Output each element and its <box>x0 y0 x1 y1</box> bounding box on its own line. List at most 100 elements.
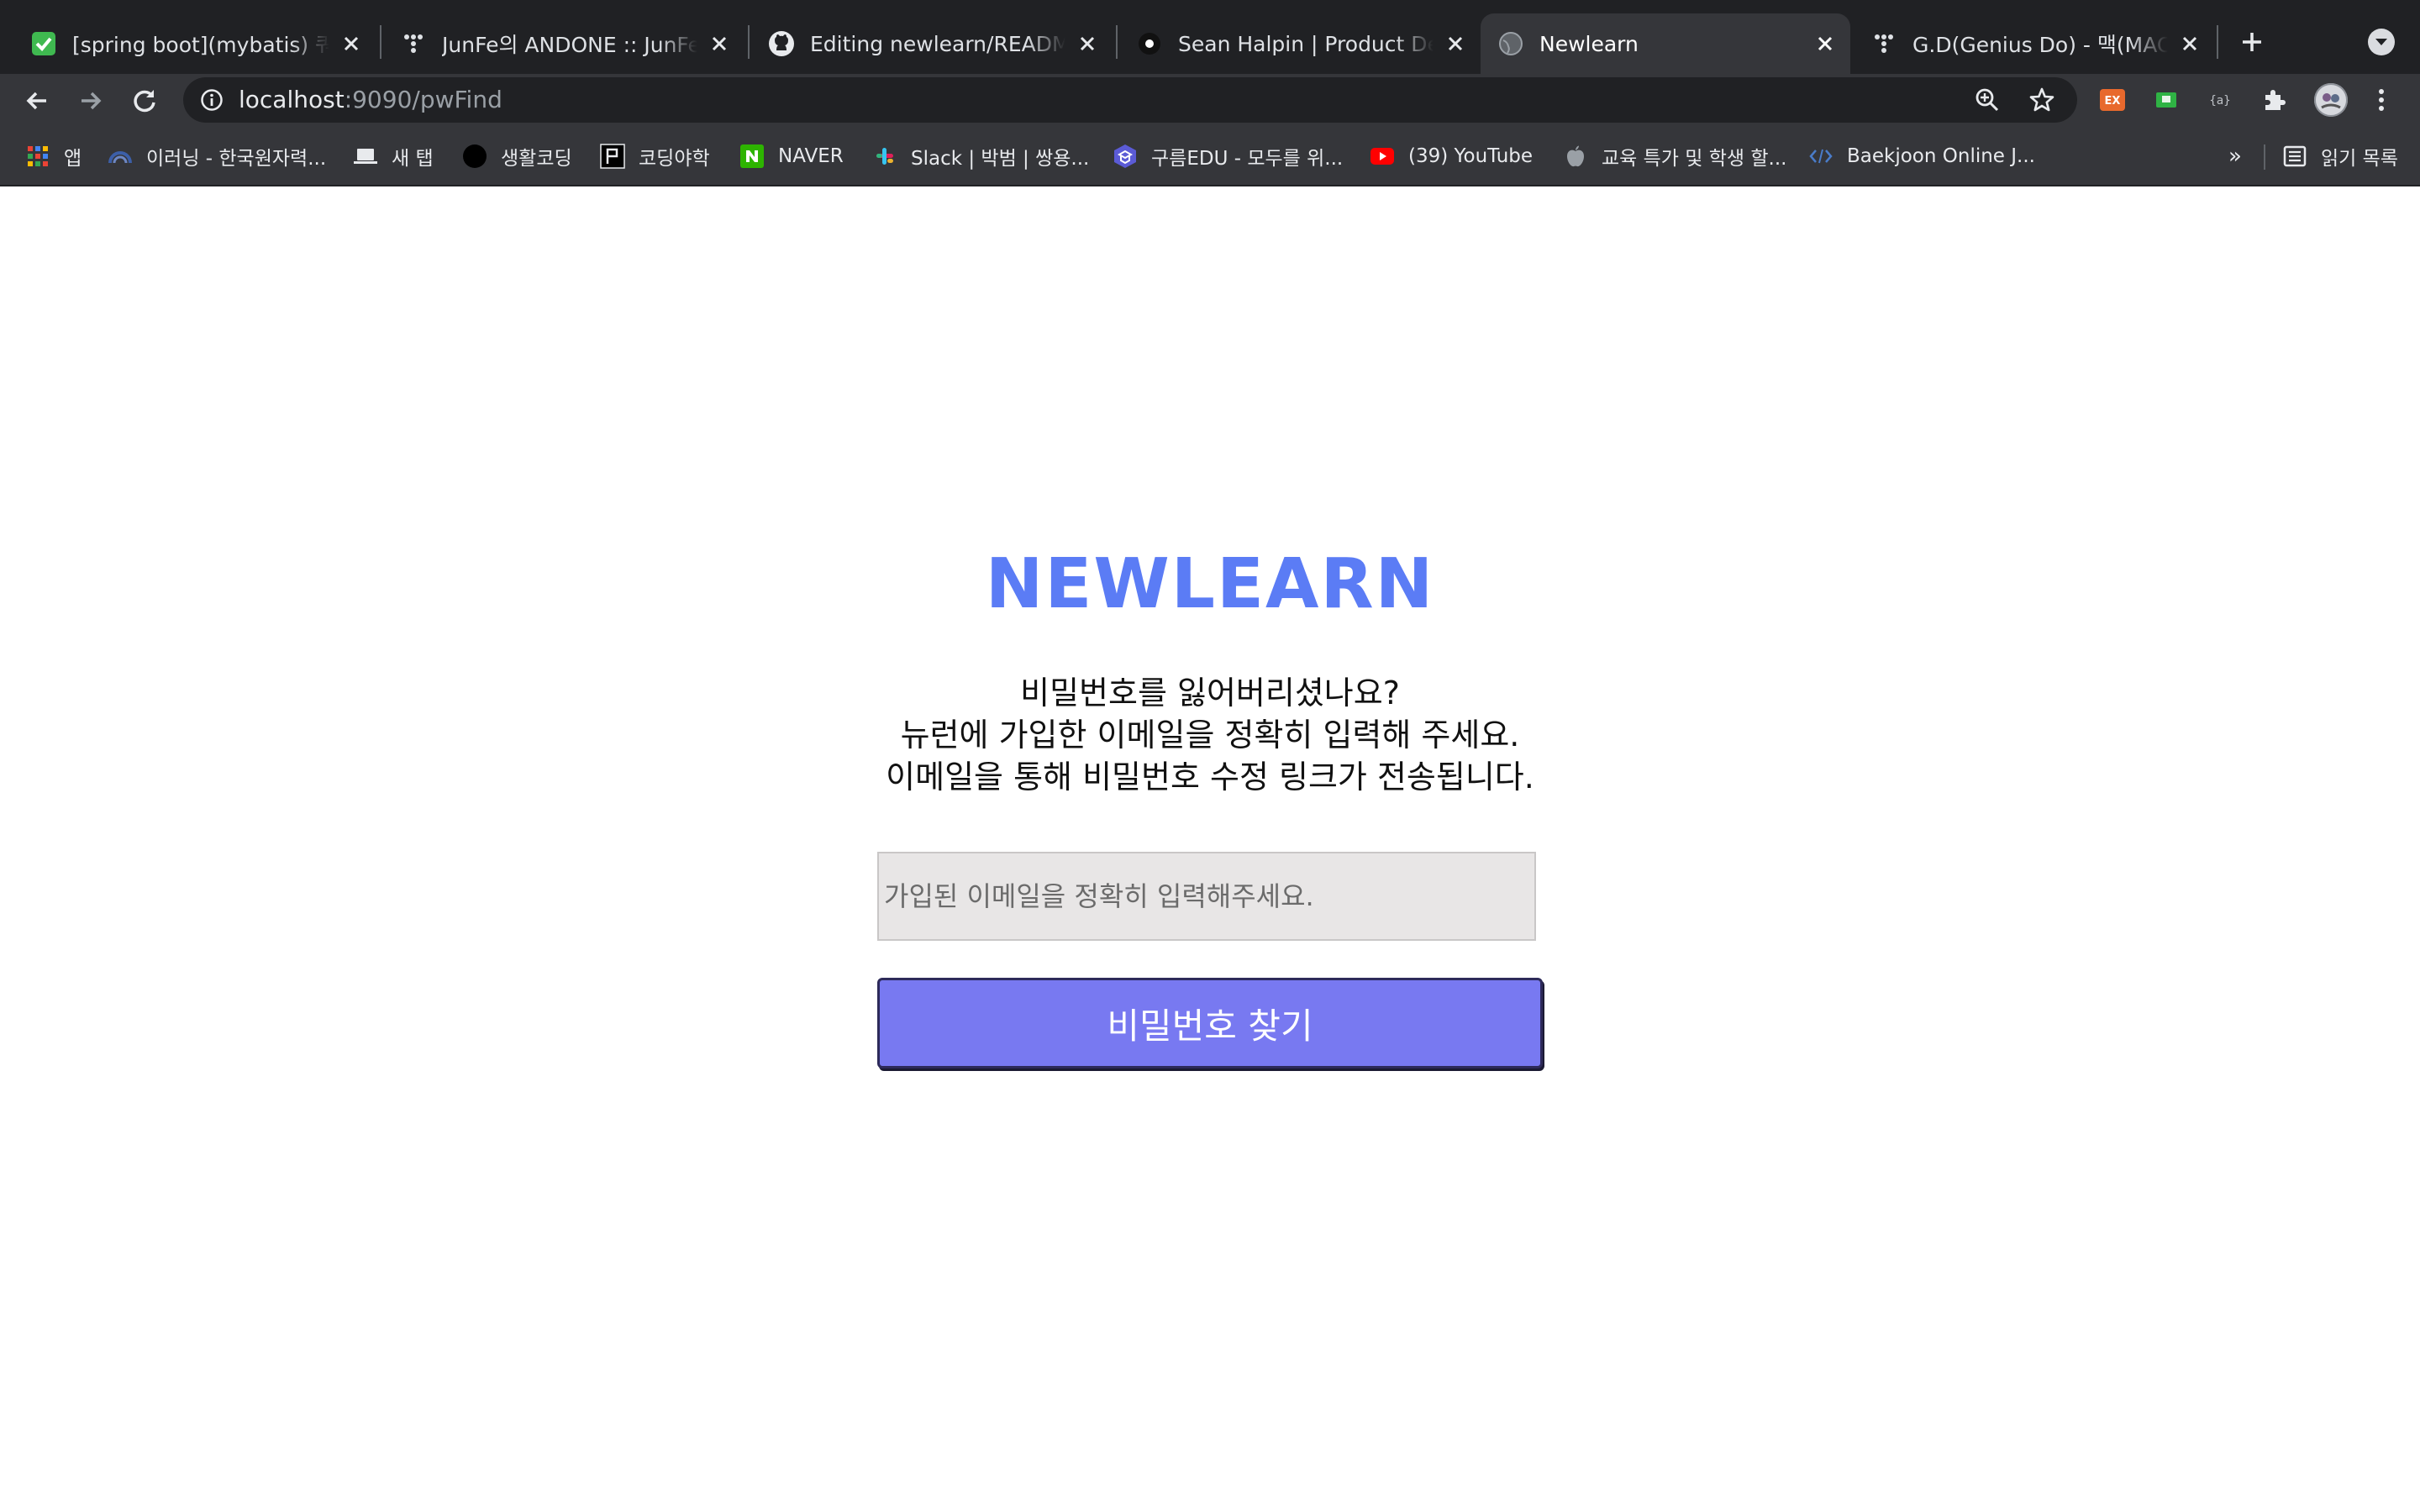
bookmark-label: 생활코딩 <box>501 148 572 170</box>
tab-junfe[interactable]: JunFe의 ANDONE :: JunFe의 <box>383 13 744 74</box>
arrow-left-icon <box>26 92 46 110</box>
tab-genius-do[interactable]: G.D(Genius Do) - 맥(MAC) 터 <box>1854 13 2215 74</box>
bookmark-label: 앱 <box>64 148 82 170</box>
bookmark-apps[interactable]: 앱 <box>25 139 82 173</box>
apple-icon <box>1563 144 1588 169</box>
tab-spring-boot[interactable]: [spring boot](mybatis) 쿼리 <box>13 13 376 74</box>
svg-text:{a}: {a} <box>2209 94 2230 108</box>
code-icon <box>1808 144 1833 169</box>
tab-sean-halpin[interactable]: Sean Halpin | Product Desig <box>1119 13 1481 74</box>
tistory-icon <box>400 30 427 57</box>
bookmark-elearning[interactable]: 이러닝 - 한국원자력... <box>108 139 326 173</box>
bookmark-label: 교육 특가 및 학생 할... <box>1602 148 1787 170</box>
tab-github-readme[interactable]: Editing newlearn/README.m <box>751 13 1113 74</box>
json-extension-icon[interactable]: {a} <box>2207 87 2233 113</box>
more-bookmarks-button[interactable]: » <box>2228 139 2242 173</box>
reload-button[interactable] <box>126 82 163 119</box>
tab-title: Sean Halpin | Product Desig <box>1178 31 1434 56</box>
bookmark-label: 구름EDU - 모두를 위... <box>1151 148 1344 170</box>
menu-kebab-icon[interactable] <box>2368 87 2395 113</box>
tab-search-button[interactable] <box>2368 29 2395 55</box>
newlearn-logo: NEWLEARN <box>985 543 1435 624</box>
bookmark-baekjoon[interactable]: Baekjoon Online J... <box>1808 139 2035 173</box>
globe-icon <box>1497 30 1524 57</box>
close-icon[interactable] <box>338 30 365 57</box>
bookmark-youtube[interactable]: (39) YouTube <box>1370 139 1533 173</box>
reading-list-icon <box>2282 144 2307 169</box>
close-icon[interactable] <box>2176 30 2203 57</box>
bookmark-coding-night[interactable]: 코딩야학 <box>600 139 710 173</box>
reload-icon <box>134 90 155 113</box>
bookmark-slack[interactable]: Slack | 박범 | 쌍용... <box>872 139 1089 173</box>
description-line: 비밀번호를 잃어버리셨나요? <box>1020 675 1400 711</box>
bookmark-label: NAVER <box>778 145 844 167</box>
tab-strip: [spring boot](mybatis) 쿼리 JunFe의 ANDONE … <box>0 0 2420 74</box>
github-icon <box>768 30 795 57</box>
bookmark-label: (39) YouTube <box>1408 145 1534 167</box>
green-check-icon <box>30 30 57 57</box>
chevron-down-icon <box>2375 39 2387 45</box>
bookmark-label: 새 탭 <box>392 148 434 170</box>
youtube-icon <box>1370 144 1395 169</box>
description-line: 이메일을 통해 비밀번호 수정 링크가 전송됩니다. <box>886 759 1534 795</box>
bookmarks-bar: 앱 이러닝 - 한국원자력... 새 탭 생활코딩 코딩야학 NAVER Sla… <box>0 126 2420 186</box>
description-line: 뉴런에 가입한 이메일을 정확히 입력해 주세요. <box>900 717 1520 753</box>
star-icon[interactable] <box>2028 87 2055 117</box>
tab-title: Editing newlearn/README.m <box>810 31 1065 56</box>
back-button[interactable] <box>18 82 55 119</box>
bookmark-label: 코딩야학 <box>639 148 710 170</box>
dot-icon <box>1136 30 1163 57</box>
bookmark-label: Baekjoon Online J... <box>1847 145 2035 167</box>
bookmark-goorm-edu[interactable]: 구름EDU - 모두를 위... <box>1113 139 1343 173</box>
tab-title: G.D(Genius Do) - 맥(MAC) 터 <box>1912 33 2168 57</box>
close-icon[interactable] <box>1074 30 1101 57</box>
bookmark-new-tab[interactable]: 새 탭 <box>353 139 434 173</box>
slack-icon <box>872 144 897 169</box>
tab-separator <box>1116 25 1118 59</box>
close-icon[interactable] <box>1812 30 1839 57</box>
tab-title: [spring boot](mybatis) 쿼리 <box>72 33 329 57</box>
puzzle-icon[interactable] <box>2260 87 2287 113</box>
tab-title: Newlearn <box>1539 31 1639 56</box>
password-find-description: 비밀번호를 잃어버리셨나요? 뉴런에 가입한 이메일을 정확히 입력해 주세요.… <box>807 672 1613 798</box>
info-icon[interactable] <box>200 88 224 115</box>
reading-list-button[interactable]: 읽기 목록 <box>2282 139 2398 173</box>
reading-list-label: 읽기 목록 <box>2321 148 2398 170</box>
tab-newlearn[interactable]: Newlearn <box>1481 13 1850 74</box>
tistory-icon <box>1870 30 1897 57</box>
goorm-icon <box>1113 144 1138 169</box>
ex-extension-icon[interactable]: EX <box>2099 87 2126 113</box>
tab-separator <box>380 25 381 59</box>
find-password-button[interactable]: 비밀번호 찾기 <box>877 978 1543 1068</box>
rainbow-icon <box>108 144 133 169</box>
address-bar[interactable]: localhost:9090/pwFind <box>183 77 2077 123</box>
new-tab-button[interactable] <box>2233 24 2270 60</box>
profile-avatar[interactable] <box>2312 81 2349 118</box>
close-icon[interactable] <box>706 30 733 57</box>
zoom-icon[interactable] <box>1975 87 2000 116</box>
plus-icon <box>2243 33 2261 51</box>
tab-separator <box>748 25 750 59</box>
opentutorials-icon <box>600 144 625 169</box>
bookmark-label: 이러닝 - 한국원자력... <box>146 148 327 170</box>
tab-separator <box>2217 25 2218 59</box>
bookmark-naver[interactable]: NAVER <box>739 139 844 173</box>
black-circle-icon <box>462 144 487 169</box>
naver-icon <box>739 144 765 169</box>
laptop-icon <box>353 144 378 169</box>
close-icon[interactable] <box>1442 30 1469 57</box>
svg-text:EX: EX <box>2105 95 2121 108</box>
arrow-right-icon <box>82 92 102 110</box>
bookmark-label: Slack | 박범 | 쌍용... <box>911 148 1090 170</box>
tab-title: JunFe의 ANDONE :: JunFe의 <box>442 33 697 57</box>
more-bookmarks-label: » <box>2228 144 2242 169</box>
green-extension-icon[interactable] <box>2153 87 2180 113</box>
apps-grid-icon <box>25 144 50 169</box>
bookmark-life-coding[interactable]: 생활코딩 <box>462 139 572 173</box>
url-text: localhost:9090/pwFind <box>239 77 502 123</box>
email-input[interactable] <box>877 852 1536 941</box>
bookmarks-separator <box>2264 144 2265 170</box>
forward-button[interactable] <box>72 82 109 119</box>
url-path: :9090/pwFind <box>344 86 502 113</box>
bookmark-apple-education[interactable]: 교육 특가 및 학생 할... <box>1563 139 1786 173</box>
